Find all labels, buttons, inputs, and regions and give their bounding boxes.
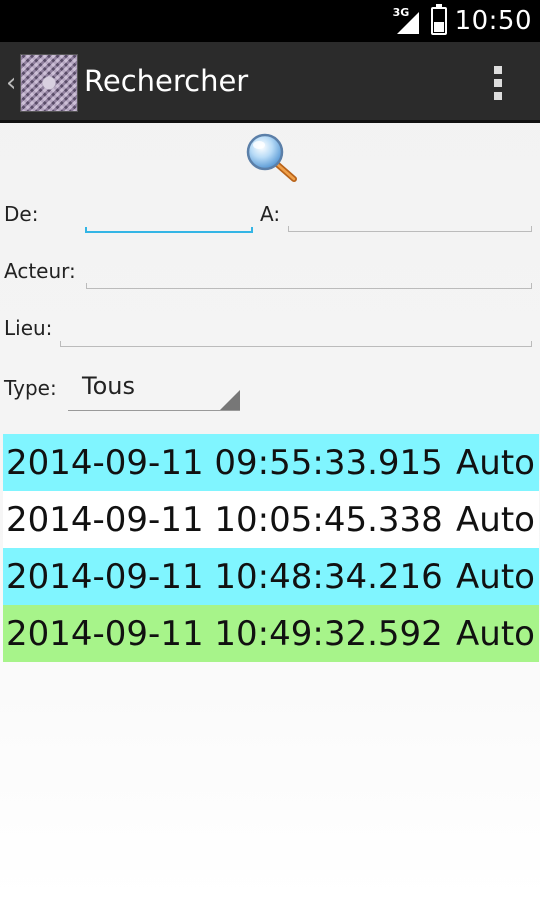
- action-bar: ‹ Rechercher: [0, 42, 540, 123]
- status-bar: 3G 10:50: [0, 0, 540, 42]
- result-type: Auto: [456, 557, 535, 597]
- app-logo-icon[interactable]: [20, 54, 78, 112]
- result-type: Auto: [456, 614, 535, 654]
- a-field[interactable]: [288, 209, 532, 232]
- de-label: De:: [4, 202, 39, 226]
- battery-level: [433, 22, 444, 32]
- de-field[interactable]: [85, 209, 253, 233]
- dropdown-arrow-icon: [220, 390, 240, 410]
- type-spinner[interactable]: Tous: [68, 368, 240, 411]
- results-list: 2014-09-11 09:55:33.915 Auto 2014-09-11 10…: [3, 434, 539, 662]
- result-timestamp: 2014-09-11 10:49:32.592: [6, 614, 443, 654]
- lieu-field[interactable]: [60, 324, 532, 347]
- result-timestamp: 2014-09-11 10:05:45.338: [6, 500, 443, 540]
- list-item[interactable]: 2014-09-11 09:55:33.915 Auto: [3, 434, 539, 491]
- overflow-menu-icon[interactable]: [494, 66, 504, 102]
- result-type: Auto: [456, 443, 535, 483]
- battery-icon: [430, 4, 447, 35]
- lieu-label: Lieu:: [4, 316, 53, 340]
- result-timestamp: 2014-09-11 10:48:34.216: [6, 557, 443, 597]
- type-selected-value: Tous: [82, 372, 135, 400]
- a-label: A:: [260, 202, 281, 226]
- list-item[interactable]: 2014-09-11 10:49:32.592 Auto: [3, 605, 539, 662]
- result-type: Auto: [456, 500, 535, 540]
- list-item[interactable]: 2014-09-11 10:48:34.216 Auto: [3, 548, 539, 605]
- type-label: Type:: [4, 376, 57, 400]
- result-timestamp: 2014-09-11 09:55:33.915: [6, 443, 443, 483]
- acteur-field[interactable]: [86, 266, 532, 289]
- signal-icon: 3G: [393, 6, 419, 36]
- acteur-label: Acteur:: [4, 259, 76, 283]
- search-button[interactable]: [244, 132, 298, 184]
- chevron-left-icon[interactable]: ‹: [6, 68, 16, 98]
- status-icons: 3G 10:50: [393, 0, 532, 42]
- list-item[interactable]: 2014-09-11 10:05:45.338 Auto: [3, 491, 539, 548]
- magnifier-icon: [246, 133, 297, 182]
- page-title: Rechercher: [84, 64, 249, 98]
- clock: 10:50: [454, 6, 532, 36]
